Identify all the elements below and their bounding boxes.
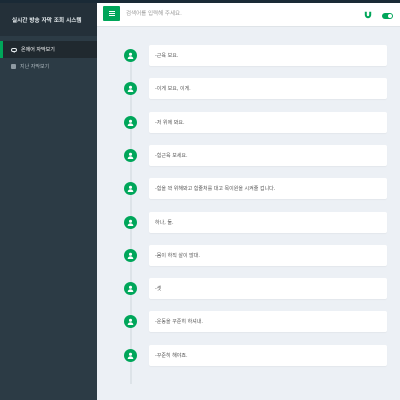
user-icon: [124, 115, 137, 129]
sidebar-item-past[interactable]: 지난 자막보기: [0, 58, 97, 75]
caption-text: -꾸준히 해야죠.: [149, 344, 387, 366]
user-icon: [124, 82, 137, 96]
timeline-entry: -힘근육 보세요.: [97, 144, 400, 167]
timeline-entry: 하나, 둘.: [97, 211, 400, 234]
user-icon: [124, 148, 137, 162]
toggle-switch[interactable]: [382, 13, 393, 19]
caption-text: 하나, 둘.: [149, 211, 387, 233]
timeline-entry: -꾸준히 해야죠.: [97, 344, 400, 367]
sidebar-item-label: 지난 자막보기: [20, 64, 50, 70]
search-input[interactable]: [126, 8, 326, 20]
hamburger-icon: [108, 11, 115, 12]
caption-text: -힘을 꽉 위해봐고 힘줄처를 대고 목이원을 시켜줄 겁니다.: [149, 178, 387, 200]
timeline-entry: -이게 보요, 이게.: [97, 78, 400, 100]
user-icon: [124, 248, 137, 262]
timeline-entry: -저 위에 봐요.: [97, 111, 400, 134]
timeline-entry: -몸이 하직 살이 많대.: [97, 244, 400, 267]
caption-text: -저 위에 봐요.: [149, 111, 387, 133]
user-icon: [124, 315, 137, 329]
chat-icon: [11, 47, 17, 53]
sidebar-item-label: 온에어 자막보기: [21, 47, 55, 53]
user-icon: [124, 348, 137, 362]
user-icon: [124, 282, 137, 296]
caption-text: -힘근육 보세요.: [149, 144, 387, 166]
user-icon: [124, 49, 137, 62]
caption-text: -셋: [149, 278, 387, 300]
timeline-entry: -힘을 꽉 위해봐고 힘줄처를 대고 목이원을 시켜줄 겁니다.: [97, 178, 400, 200]
sidebar-item-onair[interactable]: 온에어 자막보기: [0, 41, 97, 58]
timeline-entry: -근육 보요.: [97, 45, 400, 67]
caption-text: -이게 보요, 이게.: [149, 78, 387, 100]
top-header: [97, 3, 400, 27]
timeline-entry: -셋: [97, 278, 400, 300]
user-icon: [124, 182, 137, 196]
caption-timeline: -근육 보요. -이게 보요, 이게. -저 위에 봐요. -힘근육 보세요. -힘을 …: [97, 28, 400, 400]
magnet-icon[interactable]: [364, 11, 372, 19]
caption-text: -근육 보요.: [149, 45, 387, 66]
timeline-entry: -운동을 꾸준히 하셔내.: [97, 311, 400, 333]
user-icon: [124, 215, 137, 229]
list-icon: [11, 64, 16, 69]
caption-text: -운동을 꾸준히 하셔내.: [149, 311, 387, 333]
caption-text: -몸이 하직 살이 많대.: [149, 244, 387, 266]
app-title: 실시간 방송 자막 조회 시스템: [0, 3, 97, 36]
sidebar: 실시간 방송 자막 조회 시스템 온에어 자막보기 지난 자막보기: [0, 3, 97, 400]
sidebar-menu: 온에어 자막보기 지난 자막보기: [0, 41, 97, 75]
hamburger-menu-button[interactable]: [103, 6, 120, 21]
